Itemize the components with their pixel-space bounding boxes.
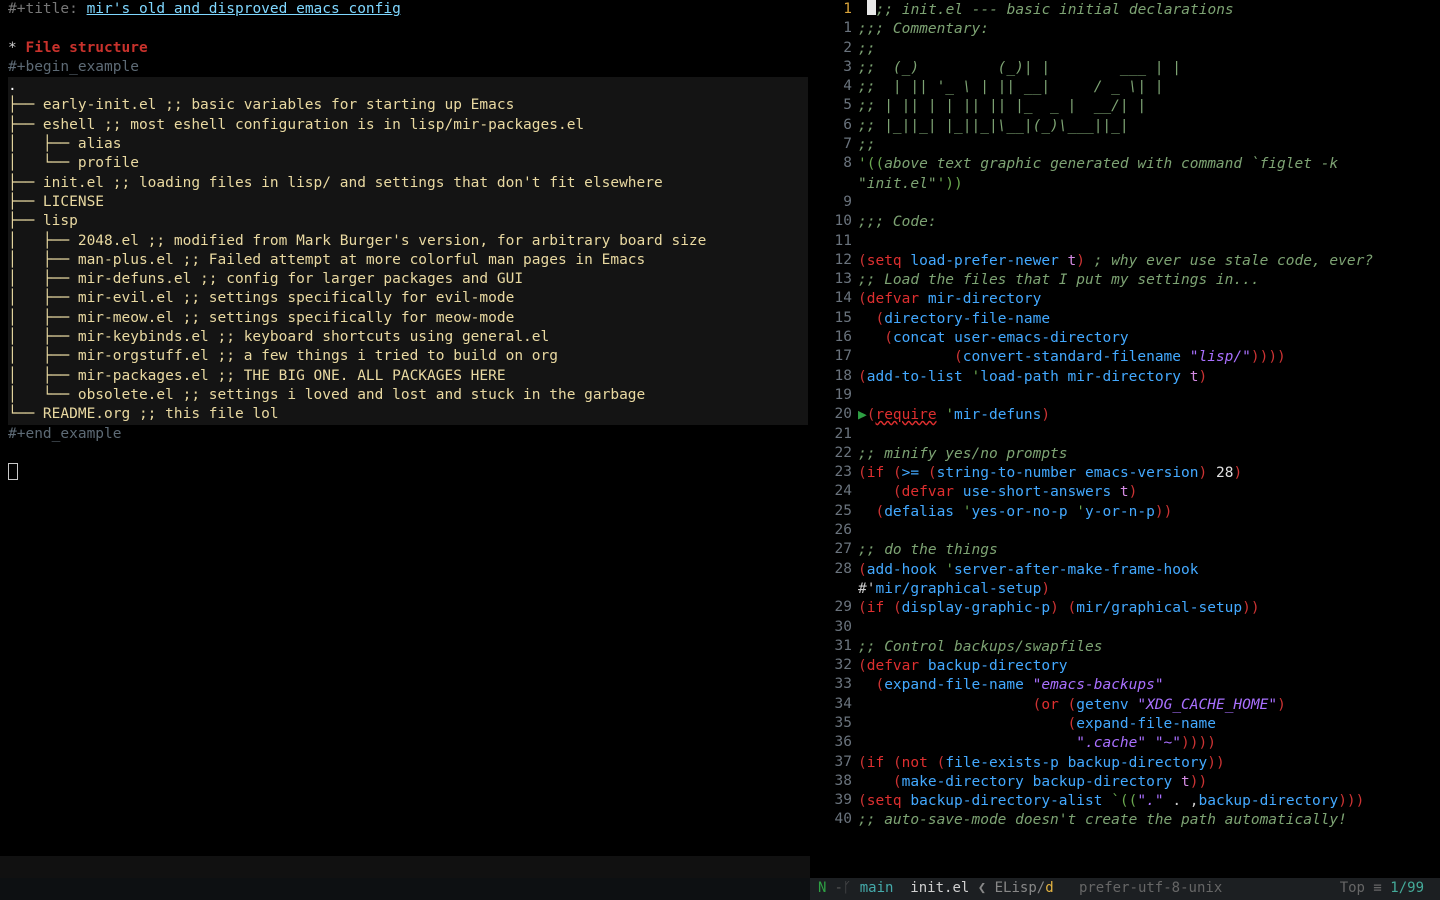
org-heading-text: File structure xyxy=(25,40,147,56)
editor-split: #+title: mir's old and disproved emacs c… xyxy=(0,0,1440,835)
buffer-encoding[interactable]: prefer-utf-8-unix xyxy=(1079,879,1222,898)
modeline: N -ᚴ main init.el ❮ ELisp/d prefer-utf-8… xyxy=(0,878,1440,900)
buffer-name[interactable]: init.el xyxy=(910,879,969,898)
org-end-example: #+end_example xyxy=(8,426,122,442)
mode-bracket: ❮ xyxy=(978,879,986,898)
minor-mode-flags[interactable]: d xyxy=(1045,879,1053,898)
buffer-position: Top ≡ 1/99 xyxy=(1340,879,1440,898)
left-buffer-readme[interactable]: #+title: mir's old and disproved emacs c… xyxy=(0,0,818,835)
right-cursor xyxy=(867,0,876,15)
major-mode[interactable]: ELisp xyxy=(995,879,1037,898)
vcs-branch-icon: -ᚴ xyxy=(834,879,851,898)
left-cursor xyxy=(8,463,18,480)
org-begin-example: #+begin_example xyxy=(8,59,139,75)
vcs-branch[interactable]: main xyxy=(851,879,893,898)
org-title-keyword: #+title: xyxy=(8,1,87,17)
example-block: . ├── early-init.el ;; basic variables f… xyxy=(8,77,808,424)
line-number-gutter: 1 1 2 3 4 5 6 7 8 9 10 11 12 13 14 15 16… xyxy=(818,0,858,835)
evil-state-indicator: N xyxy=(810,879,834,898)
right-buffer-init-el[interactable]: 1 1 2 3 4 5 6 7 8 9 10 11 12 13 14 15 16… xyxy=(818,0,1440,835)
org-title-text: mir's old and disproved emacs config xyxy=(87,1,401,17)
org-heading-star: * xyxy=(8,40,25,56)
code-area[interactable]: ;; init.el --- basic initial declaration… xyxy=(858,0,1440,835)
left-modeline-inactive xyxy=(0,856,810,878)
